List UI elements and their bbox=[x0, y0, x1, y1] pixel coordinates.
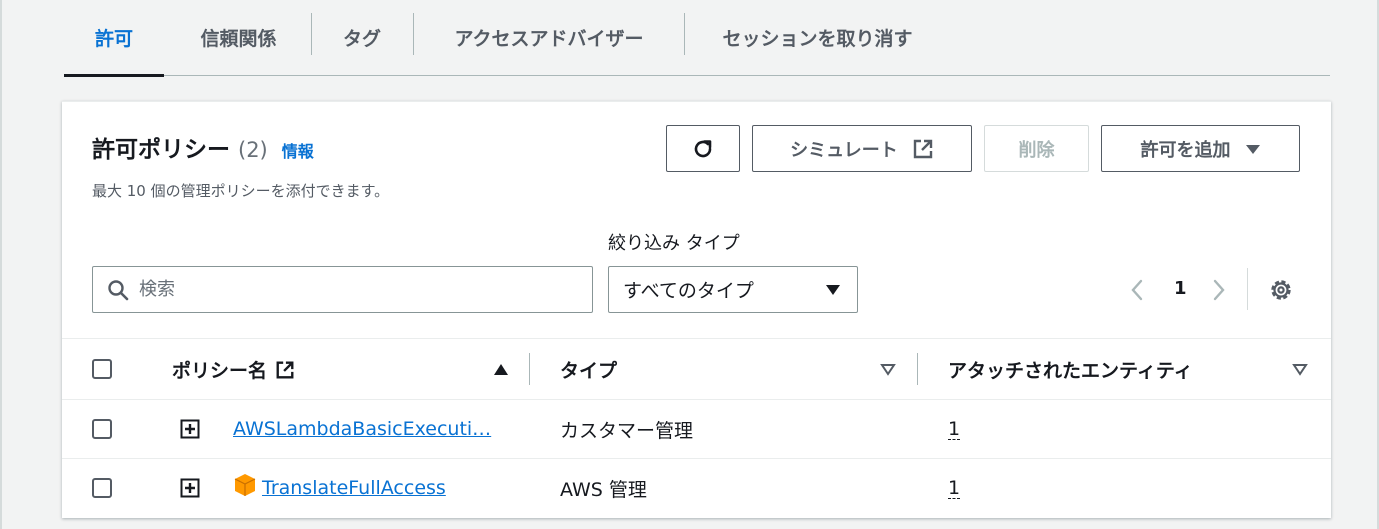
search-field[interactable] bbox=[92, 266, 593, 313]
table-row: AWSLambdaBasicExecuti… カスタマー管理 1 bbox=[62, 400, 1331, 459]
sort-ascending-icon[interactable] bbox=[493, 363, 509, 376]
external-link-icon bbox=[913, 139, 933, 158]
expand-row-icon[interactable] bbox=[180, 419, 200, 439]
column-divider bbox=[529, 353, 530, 385]
policy-name-cell: TranslateFullAccess bbox=[262, 459, 446, 517]
policy-name-link[interactable]: AWSLambdaBasicExecuti… bbox=[233, 418, 491, 440]
panel-title: 許可ポリシー bbox=[92, 137, 230, 163]
type-filter-value: すべてのタイプ bbox=[623, 280, 754, 302]
pagination-divider bbox=[1247, 268, 1248, 310]
add-permissions-label: 許可を追加 bbox=[1140, 139, 1231, 161]
column-divider bbox=[917, 353, 918, 385]
policy-name-header-label: ポリシー名 bbox=[172, 360, 268, 382]
attached-entities-cell: 1 bbox=[948, 459, 961, 517]
policy-type-cell: カスタマー管理 bbox=[560, 419, 694, 442]
table-header: ポリシー名 タイプ アタッチされたエンティティ bbox=[62, 338, 1331, 400]
type-filter-select[interactable]: すべてのタイプ bbox=[608, 266, 858, 313]
select-all-checkbox[interactable] bbox=[92, 359, 112, 379]
filter-type-label: 絞り込み タイプ bbox=[608, 233, 740, 254]
tab-trust-relationships[interactable]: 信頼関係 bbox=[166, 0, 311, 75]
attached-entities-count[interactable]: 1 bbox=[948, 478, 961, 499]
row-checkbox[interactable] bbox=[92, 419, 112, 439]
search-icon bbox=[108, 279, 129, 300]
panel-header: 許可ポリシー (2) 情報 bbox=[92, 130, 314, 164]
row-checkbox[interactable] bbox=[92, 478, 112, 498]
simulate-button-label: シミュレート bbox=[790, 139, 898, 161]
attached-entities-count[interactable]: 1 bbox=[948, 419, 961, 440]
page-left-border bbox=[0, 0, 2, 529]
caret-down-icon bbox=[826, 285, 840, 295]
expand-row-icon[interactable] bbox=[180, 478, 200, 498]
aws-managed-icon bbox=[234, 474, 256, 496]
simulate-button[interactable]: シミュレート bbox=[752, 125, 972, 172]
current-page-number[interactable]: 1 bbox=[1174, 278, 1187, 299]
table-row: TranslateFullAccess AWS 管理 1 bbox=[62, 459, 1331, 518]
tab-bar: 許可 信頼関係 タグ アクセスアドバイザー セッションを取り消す bbox=[64, 0, 1330, 77]
sort-icon[interactable] bbox=[1292, 363, 1308, 376]
column-header-attached-entities[interactable]: アタッチされたエンティティ bbox=[948, 339, 1193, 400]
sort-icon[interactable] bbox=[880, 363, 896, 376]
active-tab-indicator bbox=[64, 74, 164, 77]
caret-down-icon bbox=[1245, 144, 1260, 154]
add-permissions-button[interactable]: 許可を追加 bbox=[1101, 125, 1300, 172]
tab-tags[interactable]: タグ bbox=[312, 0, 412, 75]
next-page-icon[interactable] bbox=[1212, 279, 1226, 301]
policy-count: (2) bbox=[238, 138, 268, 162]
info-link[interactable]: 情報 bbox=[282, 138, 314, 162]
tab-access-advisor[interactable]: アクセスアドバイザー bbox=[414, 0, 684, 75]
refresh-button[interactable] bbox=[666, 125, 740, 172]
tab-permissions[interactable]: 許可 bbox=[64, 0, 164, 75]
attached-entities-cell: 1 bbox=[948, 400, 961, 458]
search-input[interactable] bbox=[139, 279, 539, 300]
policy-name-link[interactable]: TranslateFullAccess bbox=[262, 477, 446, 499]
refresh-icon bbox=[694, 139, 712, 157]
previous-page-icon[interactable] bbox=[1130, 279, 1144, 301]
gear-icon[interactable] bbox=[1268, 277, 1294, 303]
delete-button[interactable]: 削除 bbox=[984, 125, 1089, 172]
panel-description: 最大 10 個の管理ポリシーを添付できます。 bbox=[92, 182, 390, 200]
column-header-policy-name[interactable]: ポリシー名 bbox=[172, 339, 295, 400]
column-header-type[interactable]: タイプ bbox=[560, 339, 617, 400]
policy-name-cell: AWSLambdaBasicExecuti… bbox=[233, 400, 491, 458]
tab-revoke-sessions[interactable]: セッションを取り消す bbox=[685, 0, 950, 75]
policy-type-cell: AWS 管理 bbox=[560, 478, 647, 501]
permissions-policies-panel: 許可ポリシー (2) 情報 最大 10 個の管理ポリシーを添付できます。 シミュ… bbox=[62, 101, 1331, 518]
external-link-icon bbox=[276, 361, 294, 378]
